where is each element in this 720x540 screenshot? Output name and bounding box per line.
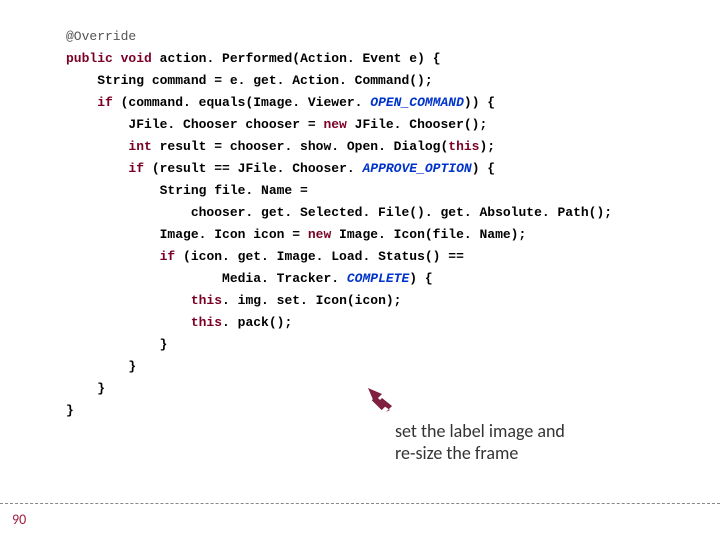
kw-void: void [121, 51, 152, 66]
annotation-override: @Override [66, 29, 136, 44]
divider-dashed [0, 503, 720, 504]
close-brace: } [66, 381, 105, 396]
kw-public: public [66, 51, 113, 66]
const-complete: COMPLETE [347, 271, 409, 286]
kw-new: new [323, 117, 346, 132]
kw-this: this [448, 139, 479, 154]
kw-if: if [160, 249, 176, 264]
kw-int: int [128, 139, 151, 154]
const-open-command: OPEN_COMMAND [370, 95, 464, 110]
code-block: @Override public void action. Performed(… [66, 26, 612, 422]
const-approve-option: APPROVE_OPTION [362, 161, 471, 176]
callout-text: set the label image and re-size the fram… [395, 420, 565, 464]
line-command-decl: String command = e. get. Action. Command… [66, 73, 433, 88]
close-brace: } [66, 359, 136, 374]
line-getpath: chooser. get. Selected. File(). get. Abs… [66, 205, 612, 220]
line-filename-decl: String file. Name = [66, 183, 308, 198]
close-brace: } [66, 403, 74, 418]
callout-line2: re-size the frame [395, 442, 565, 464]
arrow-icon [368, 388, 394, 414]
kw-new: new [308, 227, 331, 242]
kw-if: if [128, 161, 144, 176]
callout-line1: set the label image and [395, 420, 565, 442]
close-brace: } [66, 337, 167, 352]
slide-number: 90 [12, 511, 26, 528]
kw-this: this [191, 315, 222, 330]
kw-if: if [97, 95, 113, 110]
kw-this: this [191, 293, 222, 308]
